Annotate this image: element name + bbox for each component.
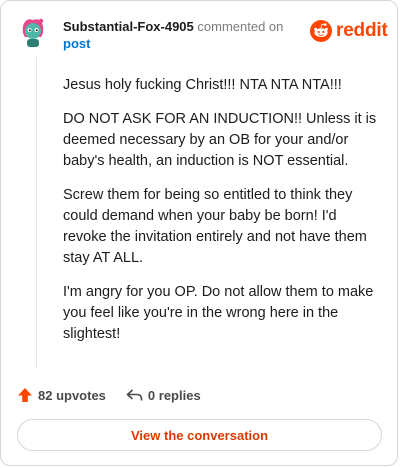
comment-paragraph: Screw them for being so entitled to thin… (63, 187, 367, 266)
avatar[interactable] (17, 16, 49, 48)
avatar-icon (17, 16, 49, 48)
username-link[interactable]: Substantial-Fox-4905 (63, 19, 194, 34)
reddit-wordmark: reddit (336, 20, 388, 41)
comment-paragraph: I'm angry for you OP. Do not allow them … (63, 284, 374, 342)
comment-body: Jesus holy fucking Christ!!! NTA NTA NTA… (63, 75, 381, 358)
reply-count: 0 replies (147, 387, 201, 403)
upvote-button[interactable]: 82 upvotes (17, 387, 106, 403)
thread-line (36, 57, 37, 369)
reply-button[interactable]: 0 replies (126, 388, 201, 403)
comment-header: Substantial-Fox-4905 commented on post (63, 18, 303, 52)
upvote-count: 82 upvotes (38, 387, 106, 403)
comment-actions: 82 upvotes 0 replies (17, 387, 221, 403)
view-conversation-button[interactable]: View the conversation (17, 419, 382, 451)
comment-paragraph: DO NOT ASK FOR AN INDUCTION!! Unless it … (63, 111, 377, 169)
reply-arrow-icon (126, 389, 143, 401)
comment-paragraph: Jesus holy fucking Christ!!! NTA NTA NTA… (63, 77, 342, 93)
post-link[interactable]: post (63, 36, 90, 51)
commented-on-label: commented on (197, 19, 284, 34)
reddit-logo-icon (310, 20, 332, 42)
comment-card: Substantial-Fox-4905 commented on post r… (0, 0, 398, 466)
reddit-logo[interactable]: reddit (310, 20, 388, 42)
upvote-arrow-icon (18, 388, 32, 402)
